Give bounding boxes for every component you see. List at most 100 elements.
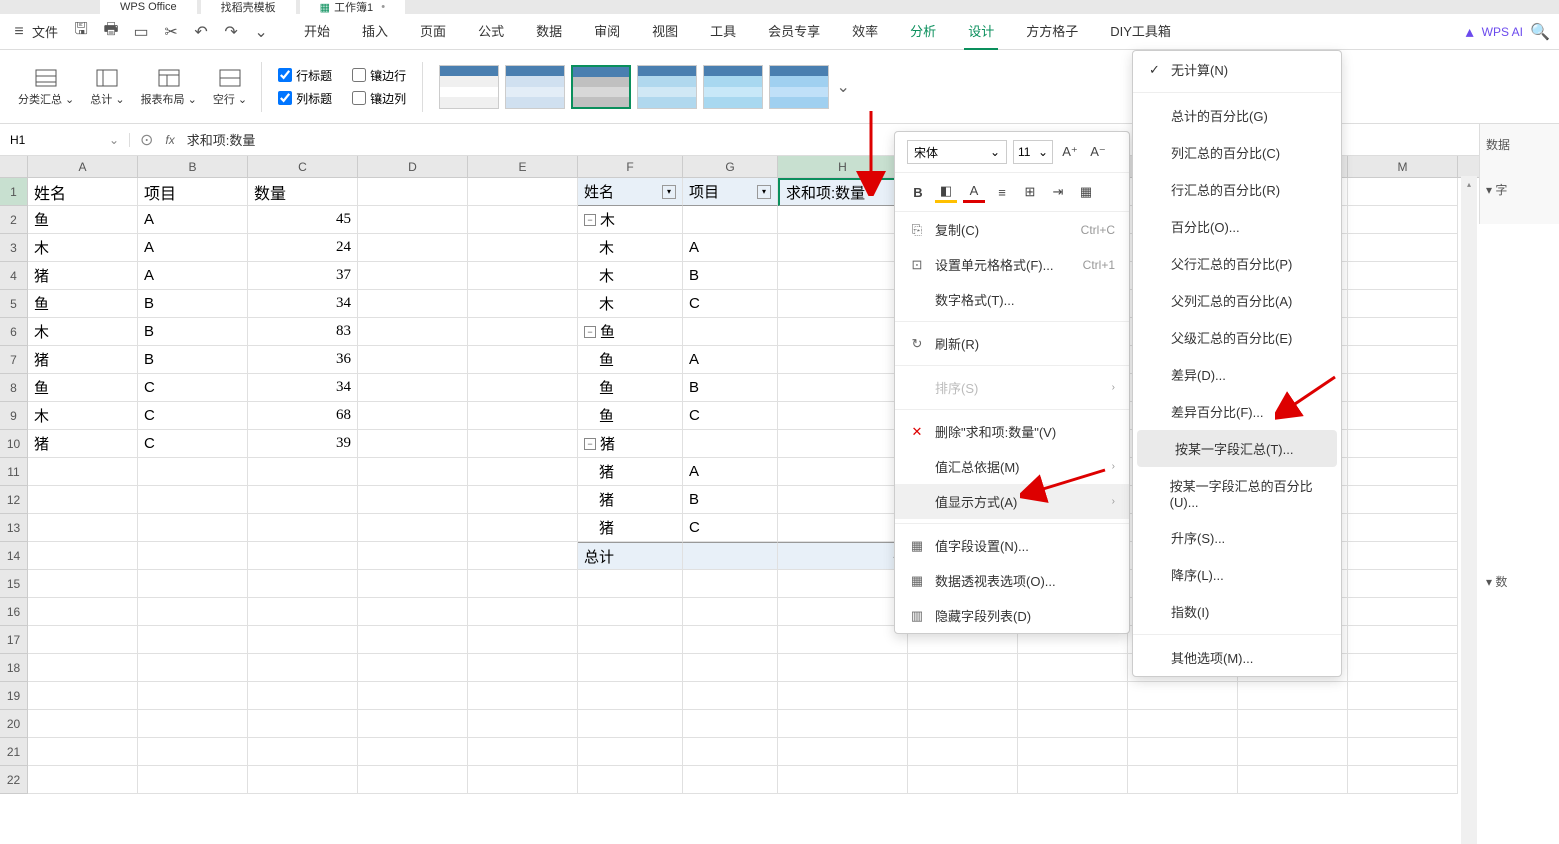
row-header-10[interactable]: 10 <box>0 430 28 458</box>
menu-tab-13[interactable]: DIY工具箱 <box>1106 13 1175 50</box>
fx-icon[interactable]: fx <box>165 133 174 147</box>
cell[interactable]: C <box>683 514 778 542</box>
menu-tab-3[interactable]: 公式 <box>474 13 508 50</box>
menu-tab-5[interactable]: 审阅 <box>590 13 624 50</box>
tab-workbook[interactable]: ▦工作簿1• <box>300 0 405 14</box>
menu-tab-12[interactable]: 方方格子 <box>1022 13 1082 50</box>
menu-tab-4[interactable]: 数据 <box>532 13 566 50</box>
cell[interactable] <box>248 458 358 486</box>
ctx-copy[interactable]: ⎘复制(C)Ctrl+C <box>895 212 1129 247</box>
ribbon-blank[interactable]: 空行 ⌄ <box>205 67 255 107</box>
cell[interactable] <box>468 738 578 766</box>
cell[interactable] <box>908 710 1018 738</box>
ribbon-layout[interactable]: 报表布局 ⌄ <box>133 67 205 107</box>
cell[interactable] <box>358 234 468 262</box>
cell[interactable] <box>358 570 468 598</box>
menu-tab-10[interactable]: 分析 <box>906 13 940 50</box>
row-header-22[interactable]: 22 <box>0 766 28 794</box>
cell[interactable] <box>1348 570 1458 598</box>
cell[interactable]: C <box>138 430 248 458</box>
cell[interactable]: A <box>683 346 778 374</box>
cell[interactable]: 鱼 <box>28 206 138 234</box>
cell[interactable] <box>778 374 908 402</box>
cell[interactable] <box>778 710 908 738</box>
cell[interactable] <box>1018 738 1128 766</box>
cell[interactable]: B <box>138 290 248 318</box>
style-preset-0[interactable] <box>439 65 499 109</box>
sub-pct-parent[interactable]: 父级汇总的百分比(E) <box>1133 319 1341 356</box>
cell[interactable] <box>1238 682 1348 710</box>
cell[interactable] <box>138 654 248 682</box>
cell[interactable] <box>468 374 578 402</box>
cell[interactable] <box>28 486 138 514</box>
ctx-value-field-settings[interactable]: ▦值字段设置(N)... <box>895 528 1129 563</box>
cell[interactable] <box>778 262 908 290</box>
row-header-11[interactable]: 11 <box>0 458 28 486</box>
cell[interactable] <box>28 738 138 766</box>
cell[interactable] <box>358 290 468 318</box>
cell[interactable] <box>358 766 468 794</box>
font-grow-icon[interactable]: A⁺ <box>1059 141 1081 163</box>
style-gallery[interactable]: ⌄ <box>429 65 861 109</box>
cell[interactable] <box>683 542 778 570</box>
menu-tab-8[interactable]: 会员专享 <box>764 13 824 50</box>
cell[interactable] <box>248 654 358 682</box>
cell[interactable] <box>778 766 908 794</box>
cell[interactable] <box>778 346 908 374</box>
cell[interactable] <box>683 738 778 766</box>
preview-icon[interactable]: ▭ <box>132 23 150 41</box>
cell[interactable]: 总计 <box>578 542 683 570</box>
vertical-scrollbar[interactable]: ▴ <box>1461 176 1477 844</box>
cell[interactable] <box>468 514 578 542</box>
row-header-13[interactable]: 13 <box>0 514 28 542</box>
ribbon-subtotal[interactable]: 分类汇总 ⌄ <box>10 67 82 107</box>
cell[interactable] <box>1348 262 1458 290</box>
cell[interactable]: 1 <box>778 206 908 234</box>
cell[interactable] <box>28 542 138 570</box>
wps-ai-label[interactable]: WPS AI <box>1482 25 1523 39</box>
sub-pct-row[interactable]: 行汇总的百分比(R) <box>1133 171 1341 208</box>
cell[interactable]: 木 <box>28 234 138 262</box>
search-icon[interactable]: 🔍 <box>1531 23 1549 41</box>
cell[interactable] <box>468 654 578 682</box>
col-header-G[interactable]: G <box>683 156 778 177</box>
cell[interactable] <box>1128 738 1238 766</box>
chevron-down-icon[interactable]: ⌄ <box>109 133 119 147</box>
cell[interactable]: 鱼 <box>578 402 683 430</box>
cell[interactable] <box>778 598 908 626</box>
tab-template[interactable]: 找稻壳模板 <box>201 0 296 14</box>
cell[interactable] <box>28 458 138 486</box>
cell[interactable] <box>683 598 778 626</box>
cell[interactable] <box>358 402 468 430</box>
row-header-12[interactable]: 12 <box>0 486 28 514</box>
cell[interactable] <box>1348 346 1458 374</box>
cell[interactable] <box>248 598 358 626</box>
cell[interactable] <box>1238 738 1348 766</box>
cell[interactable] <box>468 486 578 514</box>
fill-color-icon[interactable]: ◧ <box>935 181 957 203</box>
cell[interactable] <box>248 682 358 710</box>
cell[interactable] <box>1348 178 1458 206</box>
cell[interactable]: −猪 <box>578 430 683 458</box>
col-header-B[interactable]: B <box>138 156 248 177</box>
cell[interactable] <box>1348 374 1458 402</box>
format-icon[interactable]: ▦ <box>1075 181 1097 203</box>
cell[interactable] <box>468 290 578 318</box>
chk-col-header[interactable]: 列标题 <box>278 90 332 107</box>
row-header-6[interactable]: 6 <box>0 318 28 346</box>
cell[interactable] <box>683 710 778 738</box>
cell[interactable] <box>358 738 468 766</box>
cell[interactable]: 木 <box>578 290 683 318</box>
font-size[interactable]: 11⌄ <box>1013 140 1053 164</box>
cell[interactable]: 猪 <box>578 514 683 542</box>
cell[interactable] <box>468 710 578 738</box>
sub-field-sum[interactable]: 按某一字段汇总(T)... <box>1137 430 1337 467</box>
cell[interactable]: A <box>138 262 248 290</box>
style-preset-3[interactable] <box>637 65 697 109</box>
cell[interactable] <box>908 654 1018 682</box>
cell[interactable] <box>468 430 578 458</box>
cell[interactable] <box>468 178 578 206</box>
cell[interactable]: 4 <box>778 542 908 570</box>
cell[interactable] <box>28 598 138 626</box>
cell[interactable] <box>778 290 908 318</box>
